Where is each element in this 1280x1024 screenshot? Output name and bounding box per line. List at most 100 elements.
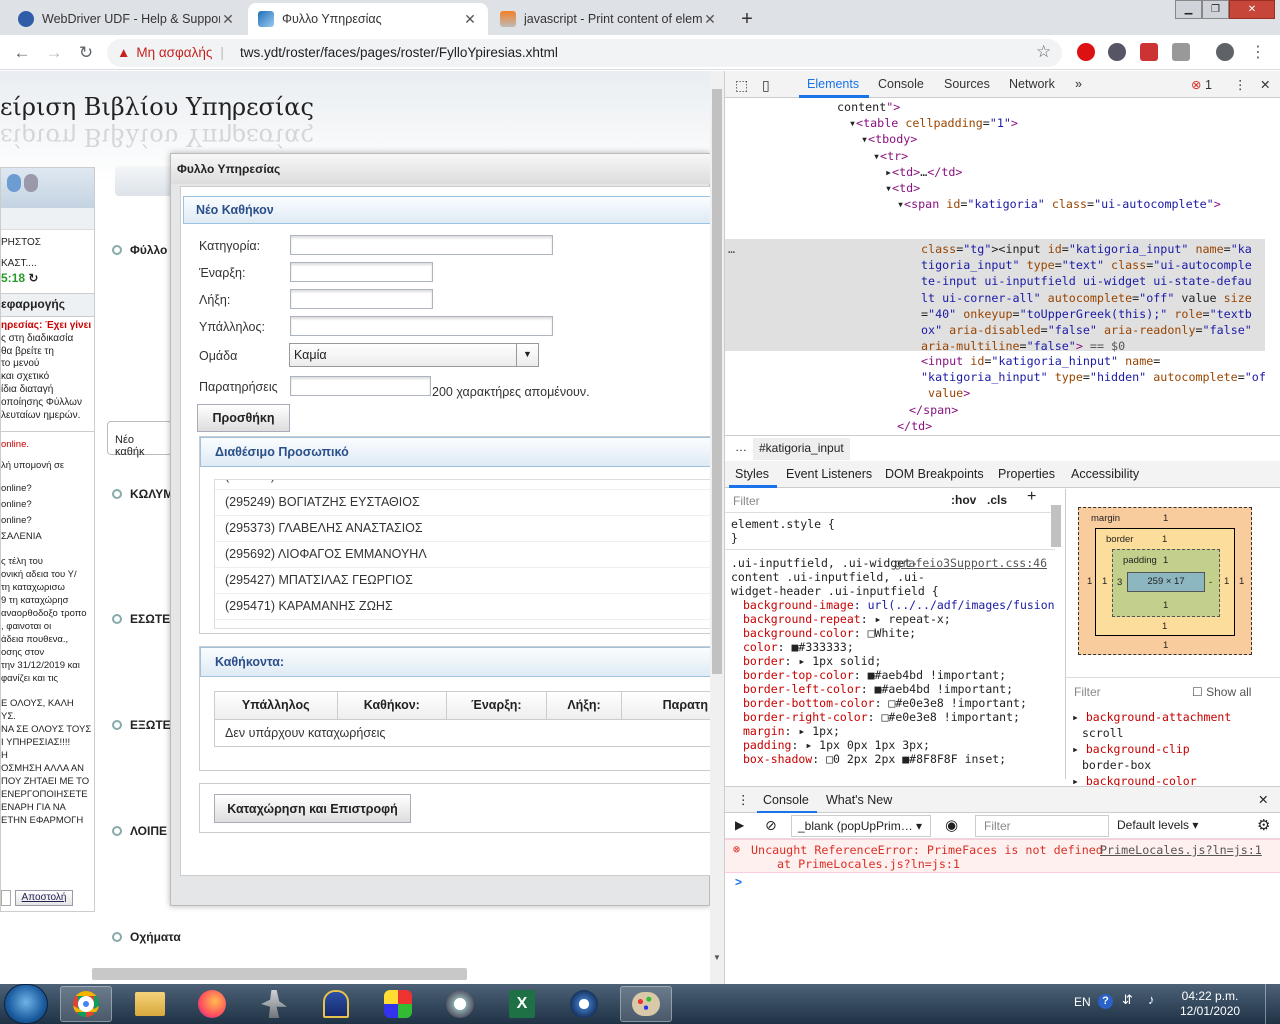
add-rule-icon[interactable]: + [1027, 489, 1036, 505]
castle-app-taskbar-icon[interactable] [310, 986, 362, 1022]
windows-start-icon[interactable] [4, 984, 48, 1024]
dom-node-line[interactable]: ▾<td> [725, 180, 1265, 196]
css-declaration[interactable]: border-right-color: □#e0e3e8 !important; [743, 710, 1049, 724]
end-input[interactable] [290, 289, 433, 309]
css-declaration[interactable]: border-left-color: ■#aeb4bd !important; [743, 682, 1049, 696]
start-input[interactable] [290, 262, 433, 282]
help-icon[interactable]: ? [1098, 994, 1113, 1009]
close-window-icon[interactable]: ✕ [1229, 0, 1275, 19]
explorer-taskbar-icon[interactable] [124, 986, 176, 1022]
col-start[interactable]: Έναρξη: [447, 692, 547, 719]
css-declaration[interactable]: border-top-color: ■#aeb4bd !important; [743, 668, 1049, 682]
submit-and-return-button[interactable]: Καταχώρηση και Επιστροφή [214, 794, 411, 823]
triangle-app-taskbar-icon[interactable] [434, 986, 486, 1022]
list-item[interactable]: (295373) ΓΛΑΒΕΛΗΣ ΑΝΑΣΤΑΣΙΟΣ [215, 516, 710, 542]
drawer-tab-console[interactable]: Console [763, 793, 809, 807]
border-box[interactable]: border 1 1 1 1 padding 1 1 3 - 259 × 17 [1095, 528, 1235, 636]
drawer-menu-icon[interactable]: ⋮ [737, 792, 750, 807]
node-ellipsis-icon[interactable]: … [728, 241, 735, 257]
list-item[interactable]: (295249) ΒΟΓΙΑΤΖΗΣ ΕΥΣΤΑΘΙΟΣ [215, 490, 710, 516]
menu-item-2[interactable]: ΚΩΛΥΜ [112, 487, 173, 501]
back-icon[interactable]: ← [11, 43, 33, 63]
new-duty-header[interactable]: Νέο Καθήκον [183, 196, 710, 224]
list-item[interactable]: (295692) ΛΙΟΦΑΓΟΣ ΕΜΜΑΝΟΥΗΛ [215, 542, 710, 568]
horizontal-scrollbar-thumb[interactable] [92, 968, 467, 980]
dom-node-line[interactable]: value> [725, 385, 1265, 401]
col-employee[interactable]: Υπάλληλος [215, 692, 338, 719]
content-box[interactable]: 259 × 17 [1127, 572, 1205, 592]
close-tab-icon[interactable]: ✕ [702, 11, 718, 28]
dom-node-line[interactable]: content"> [725, 99, 1265, 115]
drawer-tab-whats-new[interactable]: What's New [826, 793, 892, 807]
subtab-styles[interactable]: Styles [735, 467, 769, 481]
breadcrumb-node[interactable]: #katigoria_input [753, 438, 850, 460]
computed-filter-input[interactable]: Filter [1074, 685, 1101, 699]
dom-node-line[interactable]: ▾<table cellpadding="1"> [725, 115, 1265, 131]
close-tab-icon[interactable]: ✕ [220, 11, 236, 28]
css-declaration[interactable]: border-bottom-color: □#e0e3e8 !important… [743, 696, 1049, 710]
refresh-icon[interactable]: ↻ [28, 271, 38, 285]
dom-node-line[interactable]: ▾<tbody> [725, 131, 1265, 147]
volume-icon[interactable]: ♪ [1148, 992, 1155, 1007]
dom-node-line[interactable]: ▸<td>…</td> [725, 164, 1265, 180]
url-text[interactable]: tws.ydt/roster/faces/pages/roster/FylloY… [240, 45, 558, 60]
css-declaration[interactable]: box-shadow: □0 2px 2px ■#8F8F8F inset; [743, 752, 1049, 766]
menu-kebab-icon[interactable]: ⋮ [1250, 42, 1266, 62]
chrome-taskbar-icon[interactable] [60, 986, 112, 1022]
hov-toggle[interactable]: :hov [951, 493, 976, 507]
close-drawer-icon[interactable]: ✕ [1258, 792, 1268, 807]
show-desktop-button[interactable] [1265, 984, 1280, 1024]
chevron-down-icon[interactable]: ▼ [516, 344, 538, 366]
opera-extension-icon[interactable] [1077, 43, 1095, 61]
clear-console-icon[interactable]: ⊘ [765, 817, 777, 834]
devtools-menu-icon[interactable]: ⋮ [1234, 77, 1247, 92]
selected-dom-node[interactable]: class="tg"><input id="katigoria_input" n… [921, 241, 1257, 354]
computed-item[interactable]: ▸ background-attachment [1072, 709, 1272, 725]
bg-tab-new-duty[interactable]: Νέο καθήκ [107, 421, 172, 458]
bookmark-star-icon[interactable]: ☆ [1036, 42, 1051, 62]
menu-item-vehicles[interactable]: Οχήματα [112, 930, 181, 944]
page-vertical-scrollbar[interactable]: ▼ [710, 71, 724, 984]
language-indicator[interactable]: EN [1074, 995, 1091, 1009]
css-declaration[interactable]: background-repeat: ▸ repeat-x; [743, 612, 1049, 626]
css-declaration[interactable]: color: ■#333333; [743, 640, 1049, 654]
taskbar-clock[interactable]: 04:22 p.m. 12/01/2020 [1180, 989, 1240, 1019]
more-tabs-icon[interactable]: » [1075, 77, 1082, 91]
list-item[interactable]: (295624) ΚΟΛΟΒΟΣ ΒΑΙΟΣ [215, 480, 710, 490]
col-end[interactable]: Λήξη: [547, 692, 623, 719]
padding-box[interactable]: padding 1 1 3 - 259 × 17 [1112, 549, 1220, 617]
tab-webdriver-udf[interactable]: WebDriver UDF - Help & Support ✕ [8, 3, 246, 35]
css-declaration[interactable]: padding: ▸ 1px 0px 1px 3px; [743, 738, 1049, 752]
col-duty[interactable]: Καθήκον: [338, 692, 448, 719]
dom-node-line[interactable]: "katigoria_hinput" type="hidden" autocom… [725, 369, 1265, 385]
subtab-dom-breakpoints[interactable]: DOM Breakpoints [885, 467, 984, 481]
css-declaration[interactable]: background-image: url(../../adf/images/f… [743, 598, 1055, 612]
forward-icon[interactable]: → [43, 43, 65, 63]
dom-node-line[interactable]: ▾<tr> [725, 148, 1265, 164]
tab-sources[interactable]: Sources [944, 77, 990, 91]
console-settings-gear-icon[interactable]: ⚙ [1257, 816, 1270, 834]
element-style-open[interactable]: element.style { [731, 517, 1049, 531]
notes-input[interactable] [290, 376, 431, 396]
tab-network[interactable]: Network [1009, 77, 1055, 91]
menu-item-3[interactable]: ΕΣΩΤΕ [112, 612, 170, 626]
computed-item[interactable]: ▸ background-clip [1072, 741, 1272, 757]
tab-elements[interactable]: Elements [807, 77, 859, 91]
tab-console[interactable]: Console [878, 77, 924, 91]
close-devtools-icon[interactable]: ✕ [1260, 77, 1270, 92]
dom-node-line[interactable]: </td> [725, 418, 1265, 434]
tab-fyllo-ypiresias[interactable]: Φυλλο Υπηρεσίας ✕ [248, 3, 488, 35]
scroll-down-icon[interactable]: ▼ [713, 953, 721, 962]
console-prompt[interactable]: > [735, 875, 742, 889]
tab-stackoverflow[interactable]: javascript - Print content of eleme ✕ [490, 3, 728, 35]
duties-header[interactable]: Καθήκοντα: [200, 647, 710, 677]
menu-item-5[interactable]: ΛΟΙΠΕ [112, 824, 167, 838]
device-toolbar-icon[interactable]: ▯ [762, 77, 770, 94]
css-declaration[interactable]: background-color: □White; [743, 626, 1049, 640]
add-button[interactable]: Προσθήκη [197, 404, 290, 432]
media-extension-icon[interactable] [1140, 43, 1158, 61]
network-icon[interactable]: ⇵ [1122, 992, 1133, 1008]
paint-taskbar-icon[interactable] [620, 986, 672, 1022]
restore-icon[interactable]: ❐ [1202, 0, 1229, 19]
inspect-element-icon[interactable]: ⬚ [735, 77, 748, 94]
